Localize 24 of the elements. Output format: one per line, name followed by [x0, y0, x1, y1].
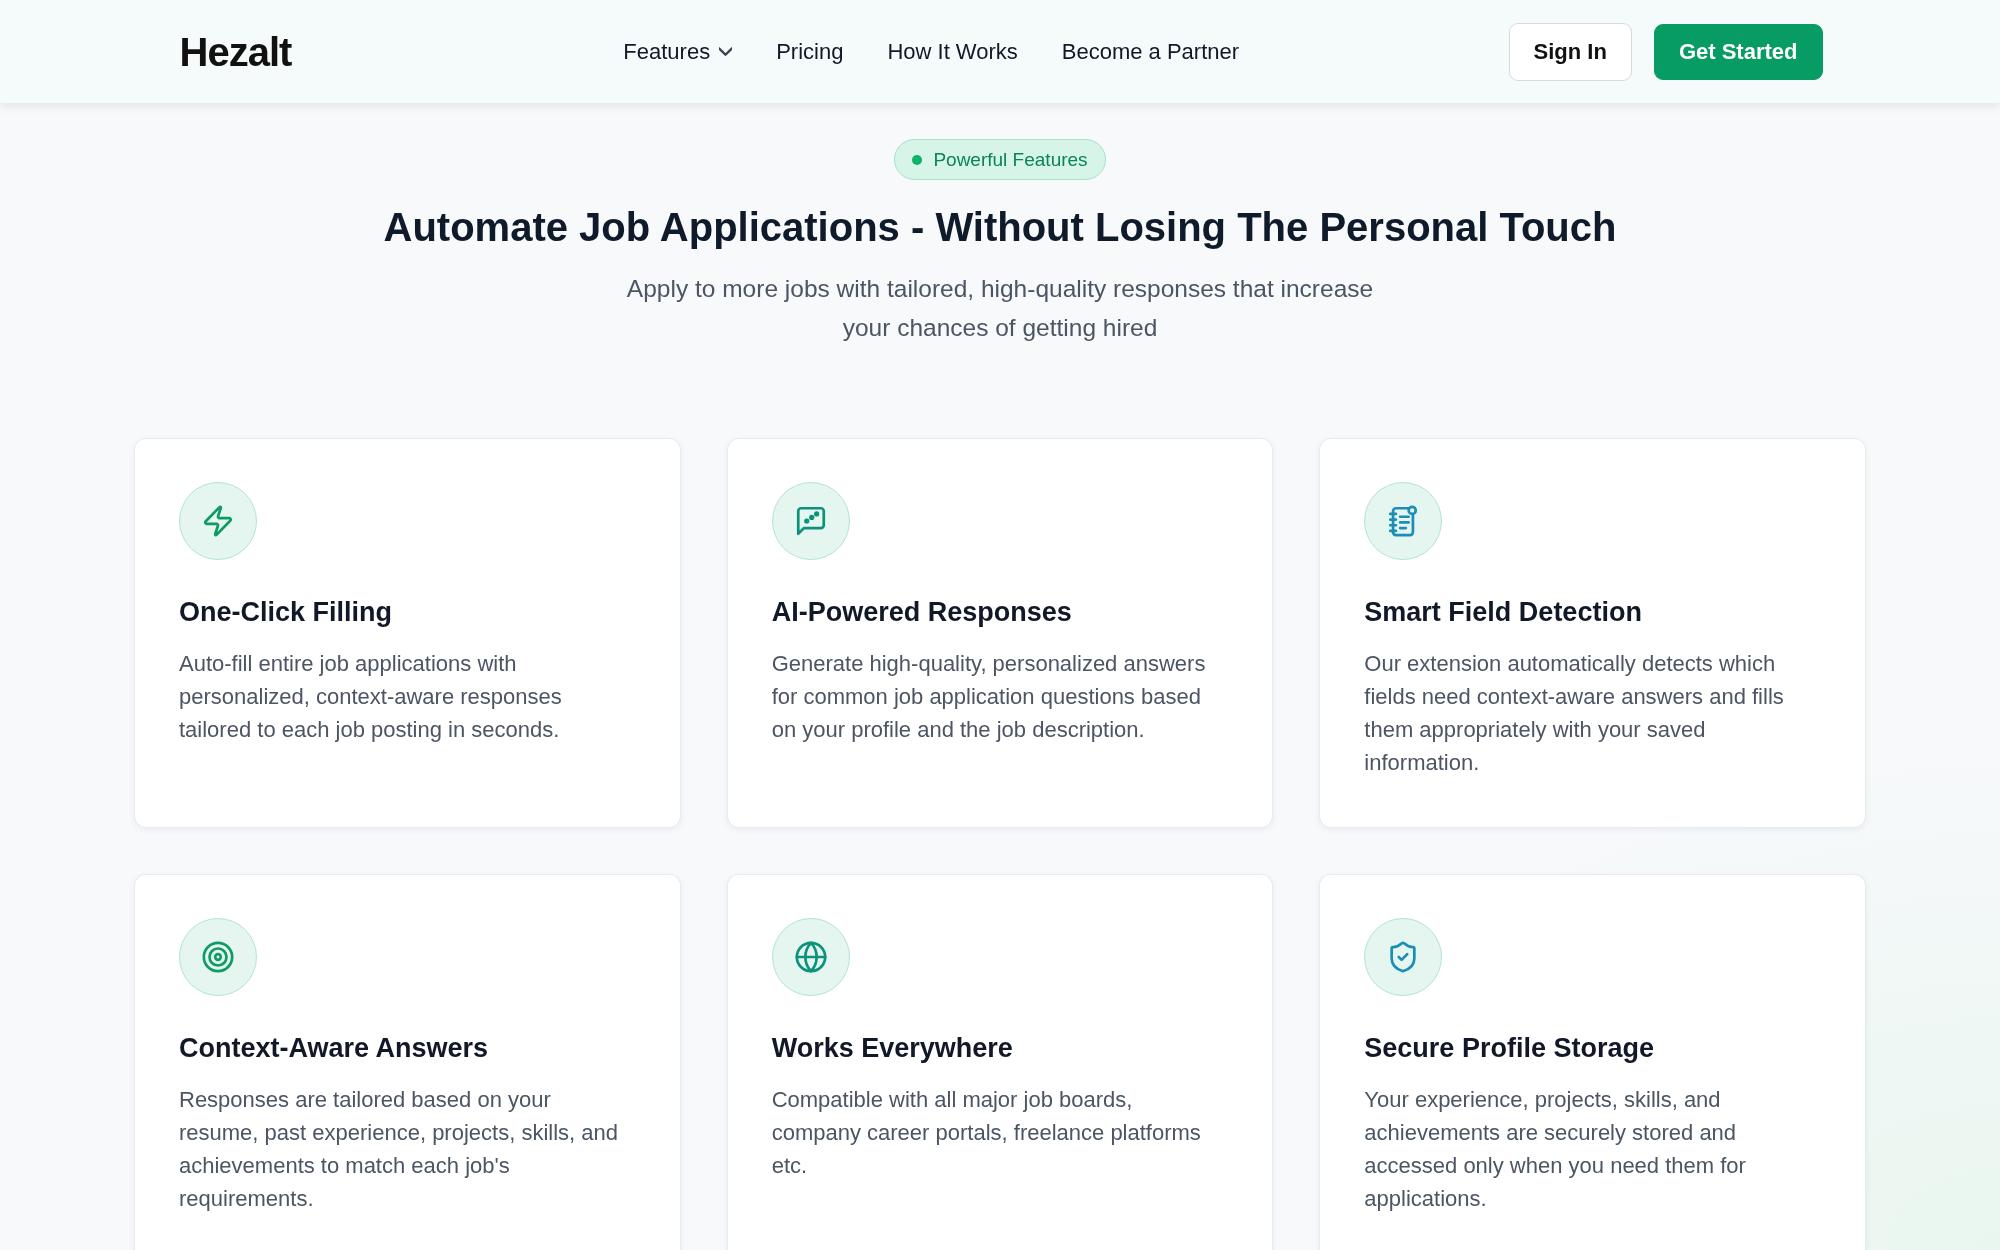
- feature-title: Works Everywhere: [771, 1032, 1013, 1065]
- nav-link[interactable]: How It Works: [887, 38, 1018, 65]
- chevron-down-icon: [719, 45, 733, 58]
- section-subtitle: Apply to more jobs with tailored, high-quality responses that increase your chances of getting hired: [625, 274, 1375, 343]
- sign-in-button[interactable]: Sign In: [1508, 22, 1632, 81]
- feature-title: Context-Aware Answers: [179, 1032, 489, 1065]
- dot-icon: [912, 154, 923, 165]
- feature-title: One-Click Filling: [179, 596, 393, 629]
- feature-title: Secure Profile Storage: [1364, 1032, 1654, 1065]
- nav-link[interactable]: Become a Partner: [1061, 38, 1240, 65]
- section-title: Automate Job Applications - Without Losing The Personal Touch: [383, 204, 1617, 251]
- feature-description: Responses are tailored based on your resume, past experience, projects, skills, and achievements to match each job's requirements.: [179, 1086, 619, 1213]
- feature-description: Auto-fill entire job applications with personalized, context-aware responses tailored to each job posting in seconds.: [179, 650, 563, 744]
- badge-label: Powerful Features: [933, 148, 1088, 171]
- feature-description: Our extension automatically detects which fields need context-aware answers and fills them appropriately with your saved information.: [1364, 650, 1785, 777]
- feature-description: Generate high-quality, personalized answers for common job application questions based on your profile and the job description.: [771, 650, 1207, 744]
- feature-title: AI-Powered Responses: [771, 596, 1072, 629]
- feature-description: Compatible with all major job boards, company career portals, freelance platforms etc.: [771, 1086, 1202, 1180]
- get-started-button[interactable]: Get Started: [1653, 23, 1823, 80]
- feature-description: Your experience, projects, skills, and achievements are securely stored and accessed only when you need them for applications.: [1364, 1086, 1747, 1213]
- nav-link[interactable]: Pricing: [776, 38, 844, 65]
- feature-title: Smart Field Detection: [1364, 596, 1642, 629]
- nav-link[interactable]: Features: [623, 38, 733, 65]
- logo[interactable]: Hezalt: [179, 30, 292, 75]
